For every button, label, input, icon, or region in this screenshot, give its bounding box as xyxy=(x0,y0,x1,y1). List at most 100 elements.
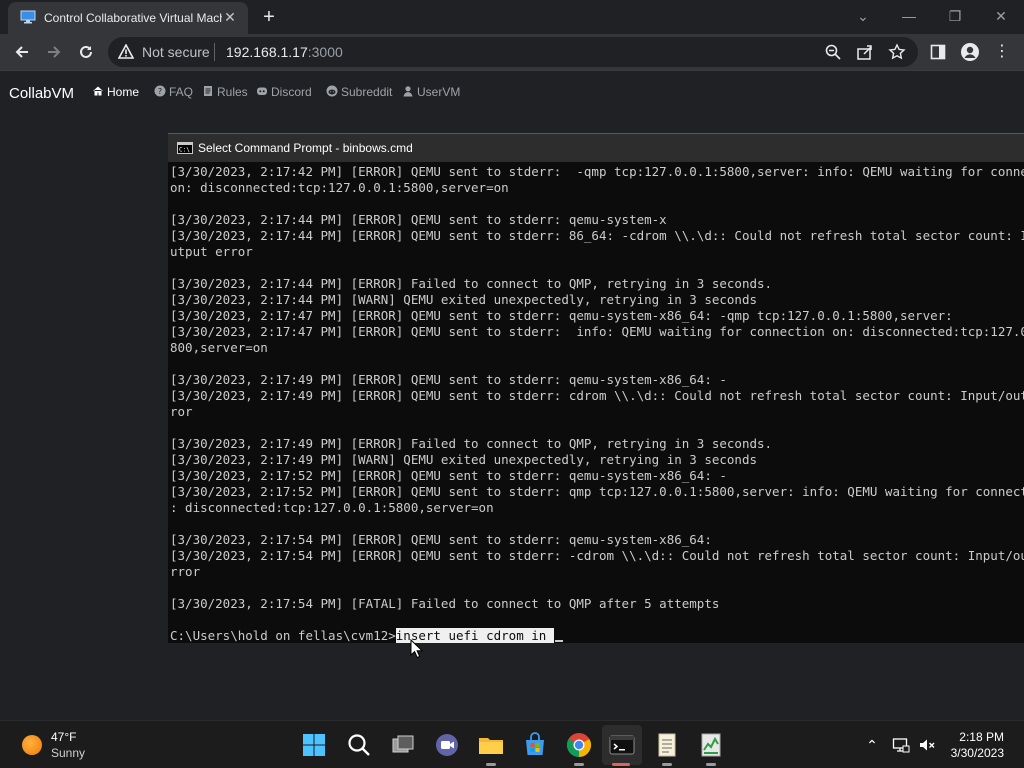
cmd-window-titlebar[interactable]: C:\ Select Command Prompt - binbows.cmd xyxy=(168,134,1024,162)
microsoft-store-icon[interactable] xyxy=(520,730,550,760)
rules-icon xyxy=(204,86,212,96)
nav-uservm-label: UserVM xyxy=(417,85,461,99)
tab-search-icon[interactable]: ⌄ xyxy=(840,4,886,28)
share-icon[interactable] xyxy=(856,43,874,61)
nav-home[interactable]: Home xyxy=(92,85,139,99)
command-line[interactable]: C:\Users\hold on fellas\cvm12>insert uef… xyxy=(170,628,563,643)
nav-discord[interactable]: Discord xyxy=(256,85,312,99)
terminal-icon[interactable] xyxy=(607,730,637,760)
teams-chat-icon[interactable] xyxy=(432,730,462,760)
address-bar[interactable]: Not secure 192.168.1.17:3000 xyxy=(108,37,918,67)
chrome-icon[interactable] xyxy=(564,730,594,760)
console-line: [3/30/2023, 2:17:49 PM] [ERROR] QEMU sen… xyxy=(170,388,1024,403)
site-navbar: CollabVM Home ? FAQ Rules Discord Subredd… xyxy=(0,71,1024,115)
weather-temperature[interactable]: 47°F xyxy=(51,730,76,744)
site-brand[interactable]: CollabVM xyxy=(9,85,74,102)
task-view-icon[interactable] xyxy=(388,730,418,760)
side-panel-icon[interactable] xyxy=(926,40,950,64)
more-menu-icon[interactable]: ⋮ xyxy=(990,40,1014,64)
chrome-running-indicator xyxy=(574,763,584,766)
security-label[interactable]: Not secure xyxy=(142,44,210,60)
tab-title: Control Collaborative Virtual Machines xyxy=(44,11,222,25)
console-line: [3/30/2023, 2:17:54 PM] [ERROR] QEMU sen… xyxy=(170,532,712,547)
clock-time[interactable]: 2:18 PM xyxy=(959,730,1004,744)
nav-subreddit[interactable]: Subreddit xyxy=(326,85,392,99)
console-line: [3/30/2023, 2:17:44 PM] [ERROR] QEMU sen… xyxy=(170,212,667,227)
screen: Control Collaborative Virtual Machines ✕… xyxy=(0,0,1024,768)
user-icon xyxy=(403,86,413,97)
omnibox-divider xyxy=(214,43,215,61)
console-line: [3/30/2023, 2:17:47 PM] [ERROR] QEMU sen… xyxy=(170,308,953,323)
file-explorer-icon[interactable] xyxy=(476,730,506,760)
weather-condition[interactable]: Sunny xyxy=(51,746,85,760)
nav-rules[interactable]: Rules xyxy=(202,85,248,99)
windows-start-icon[interactable] xyxy=(299,730,329,760)
nav-subreddit-label: Subreddit xyxy=(341,85,393,99)
command-prompt-path: C:\Users\hold on fellas\cvm12> xyxy=(170,628,396,643)
console-line: [3/30/2023, 2:17:44 PM] [ERROR] Failed t… xyxy=(170,276,773,291)
page-content: CollabVM Home ? FAQ Rules Discord Subredd… xyxy=(0,70,1024,720)
console-line: on: disconnected:tcp:127.0.0.1:5800,serv… xyxy=(170,180,509,195)
chevron-up-icon[interactable]: ⌃ xyxy=(863,736,881,754)
taskbar: 47°F Sunny ⌃ 2:18 PM 3/30/2023 xyxy=(0,720,1024,768)
console-line: ror xyxy=(170,404,193,419)
monitor-favicon-icon xyxy=(20,10,36,24)
search-icon[interactable] xyxy=(344,730,374,760)
vm-display[interactable]: C:\ Select Command Prompt - binbows.cmd … xyxy=(168,133,1024,643)
nav-faq-label: FAQ xyxy=(169,85,194,99)
new-tab-button[interactable]: + xyxy=(258,6,280,28)
restore-button[interactable]: ❐ xyxy=(932,4,978,28)
profile-avatar-icon[interactable] xyxy=(958,40,982,64)
notepad-running-indicator xyxy=(662,763,672,766)
terminal-active-indicator xyxy=(612,763,630,766)
console-line: [3/30/2023, 2:17:42 PM] [ERROR] QEMU sen… xyxy=(170,164,1024,179)
close-window-button[interactable]: ✕ xyxy=(978,4,1024,28)
warning-icon[interactable] xyxy=(118,44,134,60)
zoom-icon[interactable] xyxy=(824,43,842,61)
nav-rules-label: Rules xyxy=(217,85,248,99)
back-arrow-icon[interactable] xyxy=(10,40,34,64)
console-line: utput error xyxy=(170,244,253,259)
console-line: [3/30/2023, 2:17:52 PM] [ERROR] QEMU sen… xyxy=(170,468,727,483)
browser-tab-strip: Control Collaborative Virtual Machines ✕… xyxy=(0,0,1024,34)
console-line: : disconnected:tcp:127.0.0.1:5800,server… xyxy=(170,500,494,515)
cmd-window-title: Select Command Prompt - binbows.cmd xyxy=(198,141,413,155)
nav-faq[interactable]: ? FAQ xyxy=(154,85,193,99)
nav-home-label: Home xyxy=(107,85,140,99)
nav-uservm[interactable]: UserVM xyxy=(402,85,460,99)
close-tab-icon[interactable]: ✕ xyxy=(222,9,238,25)
console-line: [3/30/2023, 2:17:54 PM] [FATAL] Failed t… xyxy=(170,596,720,611)
url-text[interactable]: 192.168.1.17:3000 xyxy=(226,44,343,60)
console-line: [3/30/2023, 2:17:54 PM] [ERROR] QEMU sen… xyxy=(170,548,1024,563)
url-port: :3000 xyxy=(307,44,343,60)
task-manager-icon[interactable] xyxy=(696,730,726,760)
url-host: 192.168.1.17 xyxy=(226,44,308,60)
task-manager-running-indicator xyxy=(706,763,716,766)
console-line: [3/30/2023, 2:17:47 PM] [ERROR] QEMU sen… xyxy=(170,324,1024,339)
reload-icon[interactable] xyxy=(74,40,98,64)
reddit-icon xyxy=(326,85,338,97)
bookmark-star-icon[interactable] xyxy=(888,43,906,61)
console-line: [3/30/2023, 2:17:49 PM] [ERROR] QEMU sen… xyxy=(170,372,727,387)
svg-text:C:\: C:\ xyxy=(179,147,190,154)
browser-tab[interactable]: Control Collaborative Virtual Machines ✕ xyxy=(8,2,248,34)
volume-muted-icon[interactable] xyxy=(918,736,936,754)
minimize-button[interactable]: — xyxy=(886,4,932,28)
svg-text:?: ? xyxy=(158,87,162,96)
question-icon: ? xyxy=(154,85,166,97)
file-explorer-running-indicator xyxy=(486,763,496,766)
console-line: [3/30/2023, 2:17:44 PM] [WARN] QEMU exit… xyxy=(170,292,757,307)
console-output: [3/30/2023, 2:17:42 PM] [ERROR] QEMU sen… xyxy=(170,164,1024,642)
notepad-icon[interactable] xyxy=(652,730,682,760)
clock-date[interactable]: 3/30/2023 xyxy=(951,746,1004,760)
sunny-weather-icon[interactable] xyxy=(22,735,42,755)
forward-arrow-icon[interactable] xyxy=(42,40,66,64)
console-line: [3/30/2023, 2:17:52 PM] [ERROR] QEMU sen… xyxy=(170,484,1024,499)
network-display-icon[interactable] xyxy=(892,736,910,754)
console-line: 800,server=on xyxy=(170,340,268,355)
